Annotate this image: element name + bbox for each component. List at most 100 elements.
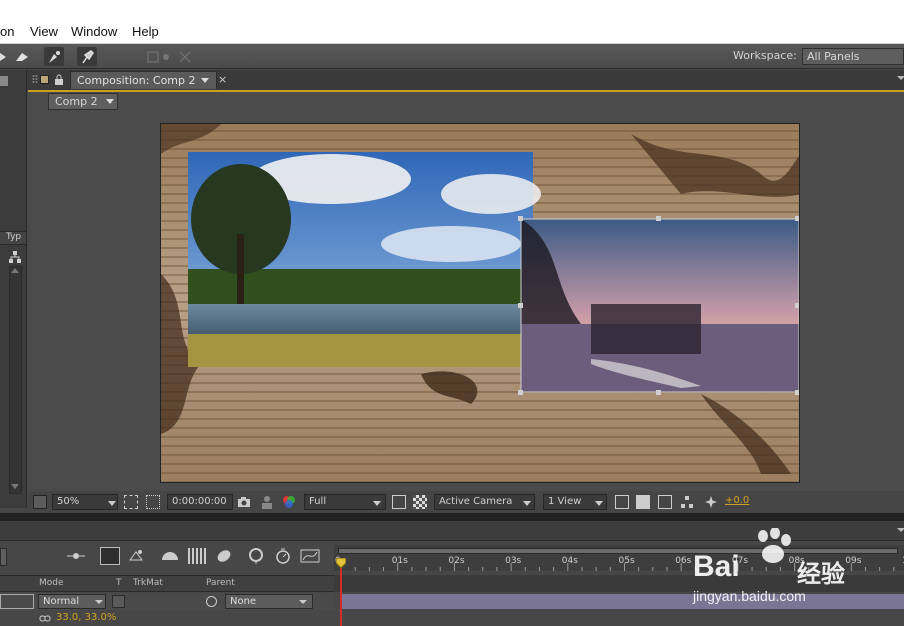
transparency-grid-icon[interactable]	[413, 495, 427, 509]
mode-column-header[interactable]: Mode	[39, 578, 64, 588]
ruler-label: 02s	[448, 556, 465, 566]
show-snapshot-icon[interactable]	[260, 495, 274, 509]
ruler-label: 01s	[391, 556, 408, 566]
auto-keyframe-icon[interactable]	[246, 547, 266, 565]
trkmat-column-header[interactable]: TrkMat	[133, 578, 163, 588]
chevron-down-icon	[299, 600, 307, 604]
region-of-interest-icon[interactable]	[392, 495, 406, 509]
chevron-down-icon[interactable]	[201, 78, 209, 83]
search-field-edge[interactable]	[0, 548, 7, 566]
panel-menu-icon[interactable]	[897, 76, 904, 80]
timer-icon[interactable]	[274, 547, 292, 565]
exposure-value[interactable]: +0.0	[725, 495, 749, 506]
menu-item-composition[interactable]: on	[0, 24, 14, 39]
project-panel: Typ	[0, 70, 27, 508]
chevron-down-icon	[595, 501, 603, 506]
type-column-header: Typ	[6, 232, 22, 242]
toggle-pixel-aspect-icon[interactable]	[615, 495, 629, 509]
ruler-label: 04s	[561, 556, 578, 566]
flowchart-icon[interactable]	[680, 495, 694, 509]
parent-value: None	[230, 596, 257, 607]
workspace-dropdown[interactable]: All Panels	[802, 48, 904, 65]
constrain-proportions-icon[interactable]	[39, 613, 51, 622]
ruler-label: 08s	[788, 556, 805, 566]
layer-name-field[interactable]	[0, 594, 34, 609]
close-tab-icon[interactable]: ×	[218, 73, 228, 86]
tab-composition[interactable]: Composition: Comp 2	[70, 71, 217, 89]
parent-column-header[interactable]: Parent	[206, 578, 235, 588]
panel-gripper-icon[interactable]	[0, 76, 8, 86]
frame-blending-icon[interactable]	[160, 548, 180, 564]
pick-whip-icon[interactable]	[206, 596, 217, 607]
panel-menu-icon[interactable]	[897, 528, 904, 532]
chevron-down-icon	[373, 501, 381, 506]
axis-world-icon[interactable]	[160, 47, 172, 66]
mask-visibility-icon[interactable]	[146, 495, 160, 509]
scale-value[interactable]: 33.0, 33.0%	[56, 612, 116, 623]
comp-color-swatch	[40, 75, 49, 84]
camera-view-value: Active Camera	[439, 496, 513, 507]
ruler-label: 06s	[675, 556, 692, 566]
landscape-photo-2	[520, 218, 799, 393]
clone-stamp-tool-icon[interactable]	[44, 47, 64, 66]
ruler-label: 05s	[618, 556, 635, 566]
playhead-icon[interactable]	[335, 557, 347, 569]
ruler-label: 03s	[505, 556, 522, 566]
layer-duration-bar[interactable]	[342, 594, 904, 609]
timecode: 0:00:00:00	[172, 496, 227, 507]
eraser-tool-icon[interactable]	[12, 47, 32, 66]
draft-3d-icon[interactable]	[100, 547, 120, 565]
menu-item-help[interactable]: Help	[132, 24, 159, 39]
composition-mini-flowchart-icon[interactable]	[65, 548, 87, 564]
fast-previews-icon[interactable]	[636, 495, 650, 509]
blend-mode-value: Normal	[43, 596, 80, 607]
resolution-value: Full	[309, 496, 327, 507]
ruler-label: 07s	[731, 556, 749, 566]
chevron-down-icon	[106, 99, 114, 104]
workspace-label: Workspace:	[733, 49, 797, 62]
timeline-header-track	[334, 575, 904, 592]
project-scrollbar[interactable]	[9, 266, 22, 494]
axis-view-icon[interactable]	[175, 47, 195, 66]
workspace-value: All Panels	[807, 50, 860, 63]
menu-bar: on View Window Help	[0, 0, 904, 44]
camera-view-dropdown[interactable]: Active Camera	[434, 494, 535, 510]
composition-viewer[interactable]	[160, 123, 800, 483]
puppet-pin-tool-icon[interactable]	[77, 47, 97, 66]
current-time-field[interactable]: 0:00:00:00	[167, 494, 233, 510]
scroll-up-icon[interactable]	[11, 268, 19, 273]
ruler-label: 09s	[845, 556, 862, 566]
composition-tab-title: Composition: Comp 2	[77, 74, 196, 87]
brainstorm-icon[interactable]	[215, 547, 233, 565]
preserve-transparency-checkbox[interactable]	[112, 595, 125, 608]
comp-navigator-label: Comp 2	[55, 95, 98, 108]
always-preview-icon[interactable]	[33, 495, 47, 509]
hide-shy-layers-icon[interactable]	[127, 548, 145, 564]
composition-image	[161, 124, 799, 482]
layer-row[interactable]: Normal None	[0, 593, 334, 610]
graph-editor-icon[interactable]	[300, 548, 320, 564]
menu-item-window[interactable]: Window	[71, 24, 117, 39]
chevron-down-icon	[523, 501, 531, 506]
snapshot-camera-icon[interactable]	[237, 495, 251, 509]
zoom-value: 50%	[57, 496, 80, 507]
t-column-header[interactable]: T	[116, 578, 122, 588]
timeline-icon[interactable]	[658, 495, 672, 509]
scroll-down-icon[interactable]	[11, 484, 19, 489]
tab-gripper-icon[interactable]	[32, 74, 38, 84]
work-area-bar[interactable]	[338, 548, 898, 554]
panel-divider[interactable]	[0, 513, 904, 521]
safe-margins-icon[interactable]	[124, 495, 138, 509]
flowchart-icon[interactable]	[8, 250, 22, 264]
menu-item-view[interactable]: View	[30, 24, 58, 39]
chevron-down-icon	[95, 600, 103, 604]
landscape-photo-1	[188, 152, 541, 367]
motion-blur-icon[interactable]	[188, 548, 206, 564]
pen-tool-icon[interactable]	[0, 47, 8, 66]
comp-navigator-dropdown[interactable]: Comp 2	[48, 93, 118, 110]
viewer-controls: 50% 0:00:00:00 Full Active Camera 1 View…	[28, 491, 904, 513]
lock-icon[interactable]	[53, 74, 65, 86]
exposure-reset-icon[interactable]	[704, 495, 718, 509]
view-layout-value: 1 View	[548, 496, 582, 507]
channel-rgb-icon[interactable]	[282, 495, 296, 509]
